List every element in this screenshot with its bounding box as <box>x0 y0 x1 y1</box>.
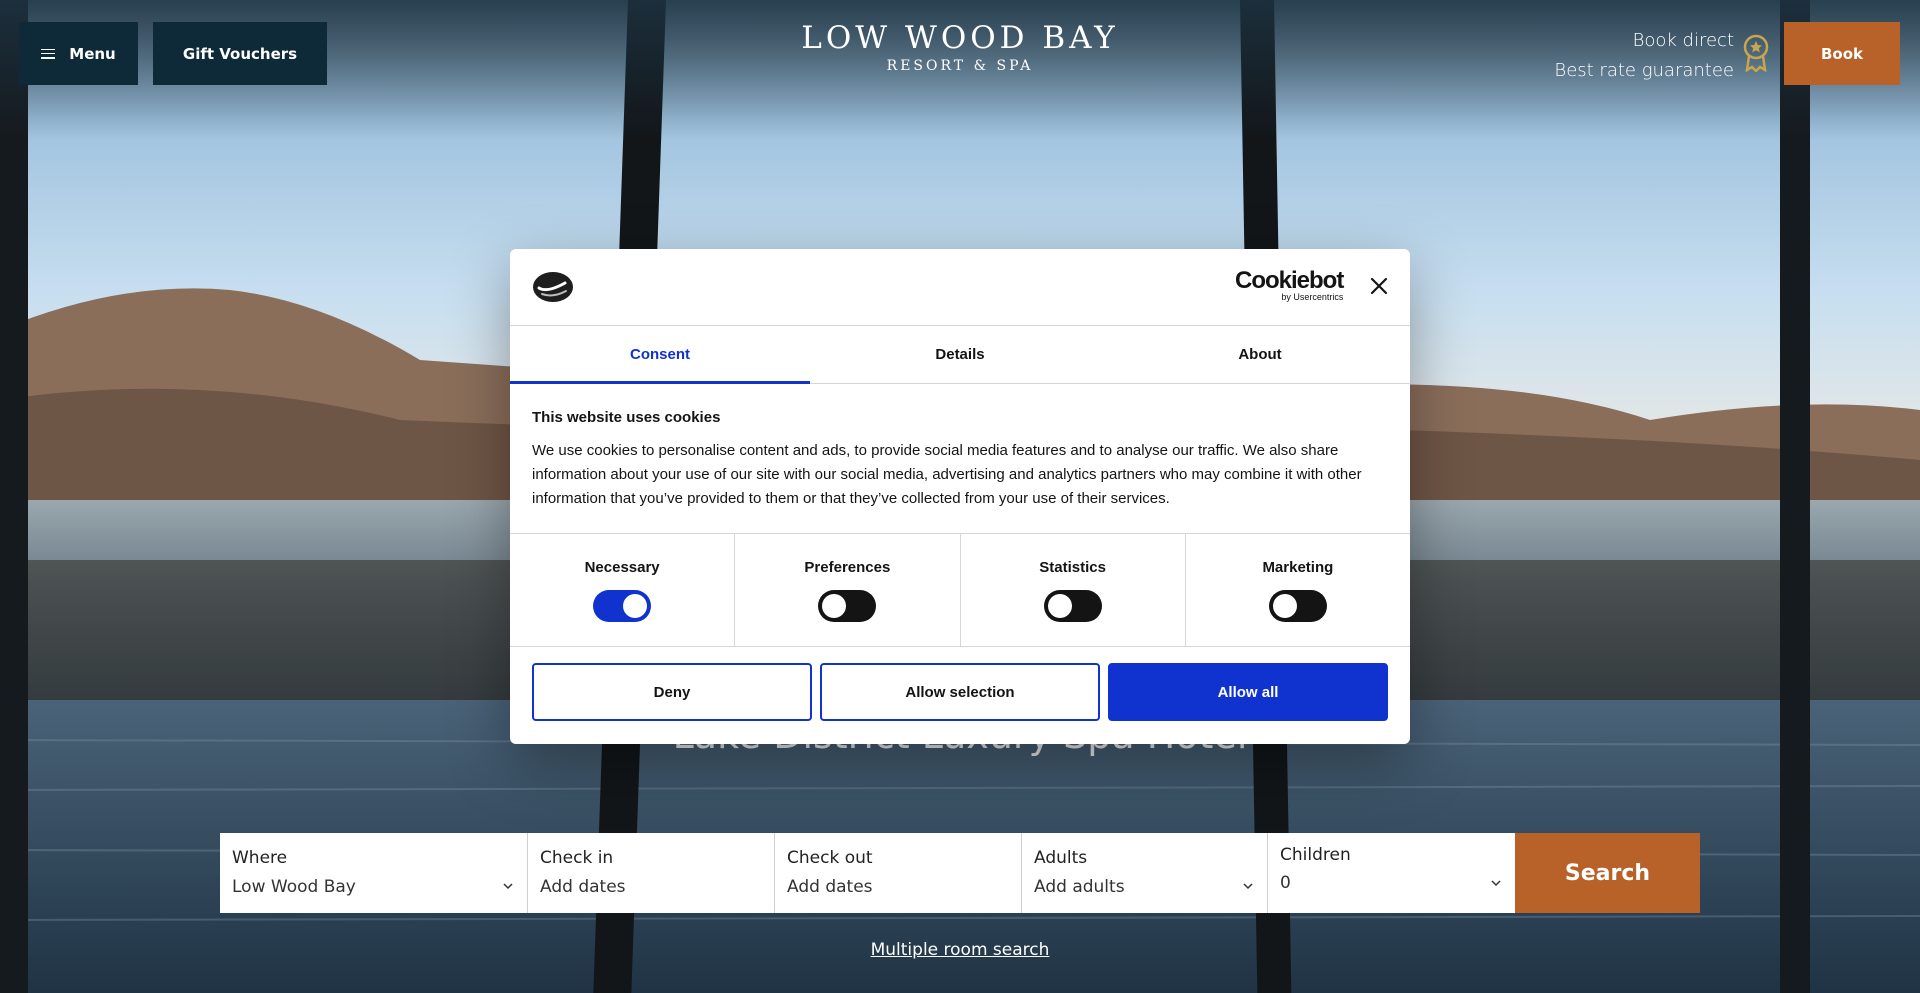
booking-bar: Where Low Wood Bay Check in Add dates Ch… <box>220 833 1700 913</box>
chevron-down-icon <box>1243 883 1253 890</box>
switch-knob <box>1047 594 1072 618</box>
toggle-necessary-group: Necessary <box>510 534 736 646</box>
switch-knob <box>822 594 847 618</box>
check-in-field[interactable]: Check in Add dates <box>528 833 775 913</box>
children-select[interactable]: Children 0 <box>1268 833 1515 913</box>
consent-toggles: Necessary Preferences Statistics Marketi… <box>510 534 1410 647</box>
close-icon[interactable] <box>1370 277 1388 295</box>
allow-selection-button[interactable]: Allow selection <box>820 663 1100 721</box>
dialog-heading: This website uses cookies <box>532 409 721 426</box>
where-select[interactable]: Where Low Wood Bay <box>220 833 528 913</box>
switch-knob <box>623 594 648 618</box>
book-button[interactable]: Book <box>1784 22 1900 85</box>
where-value: Low Wood Bay <box>232 877 356 897</box>
toggle-marketing-group: Marketing <box>1186 534 1410 646</box>
allow-all-button[interactable]: Allow all <box>1108 663 1388 721</box>
dialog-description: We use cookies to personalise content an… <box>532 442 1362 507</box>
book-direct-line1: Book direct <box>1632 30 1734 51</box>
cookie-consent-dialog: Cookiebot by Usercentrics Consent Detail… <box>510 249 1410 744</box>
dialog-body: This website uses cookies We use cookies… <box>510 384 1410 534</box>
chevron-down-icon <box>1491 880 1501 887</box>
adults-value: Add adults <box>1034 877 1125 897</box>
switch-knob <box>1272 594 1297 618</box>
toggle-necessary-label: Necessary <box>584 559 660 576</box>
adults-label: Adults <box>1034 848 1088 868</box>
toggle-statistics-label: Statistics <box>1039 559 1106 576</box>
check-out-label: Check out <box>787 848 873 868</box>
dialog-actions: Deny Allow selection Allow all <box>510 647 1410 721</box>
cookiebot-name: Cookiebot <box>1235 267 1344 294</box>
dialog-header: Cookiebot by Usercentrics <box>510 249 1410 326</box>
children-value: 0 <box>1280 873 1291 893</box>
award-icon <box>1743 34 1769 72</box>
check-out-field[interactable]: Check out Add dates <box>775 833 1022 913</box>
cookiebot-brand[interactable]: Cookiebot by Usercentrics <box>1235 267 1344 303</box>
where-label: Where <box>232 848 288 868</box>
search-button[interactable]: Search <box>1515 833 1700 913</box>
chevron-down-icon <box>503 883 513 890</box>
toggle-preferences-switch[interactable] <box>818 590 877 622</box>
tab-details[interactable]: Details <box>810 326 1110 383</box>
tab-about[interactable]: About <box>1110 326 1410 383</box>
toggle-necessary-switch[interactable] <box>593 590 652 622</box>
toggle-preferences-label: Preferences <box>804 559 891 576</box>
dialog-tabs: Consent Details About <box>510 326 1410 384</box>
cookie-logo-icon <box>533 272 573 302</box>
toggle-marketing-switch[interactable] <box>1268 590 1327 622</box>
toggle-statistics-group: Statistics <box>961 534 1186 646</box>
children-label: Children <box>1280 845 1351 865</box>
toggle-statistics-switch[interactable] <box>1043 590 1102 622</box>
adults-select[interactable]: Adults Add adults <box>1022 833 1268 913</box>
multi-room-container: Multiple room search <box>0 940 1920 960</box>
check-in-value: Add dates <box>540 877 626 897</box>
check-in-label: Check in <box>540 848 614 868</box>
multiple-room-search-link[interactable]: Multiple room search <box>871 940 1050 960</box>
toggle-preferences-group: Preferences <box>735 534 961 646</box>
book-direct-note: Book direct Best rate guarantee <box>1554 26 1734 86</box>
book-direct-line2: Best rate guarantee <box>1554 60 1734 81</box>
check-out-value: Add dates <box>787 877 873 897</box>
toggle-marketing-label: Marketing <box>1262 559 1334 576</box>
tab-consent[interactable]: Consent <box>510 326 810 384</box>
deny-button[interactable]: Deny <box>532 663 812 721</box>
